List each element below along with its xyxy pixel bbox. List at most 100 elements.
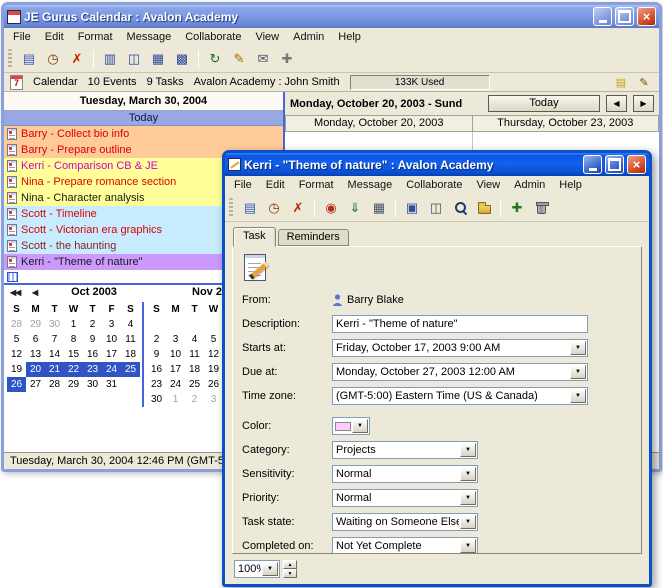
spinner-up-button[interactable]: ▲ [283, 560, 297, 569]
chevron-down-icon[interactable]: ▼ [460, 491, 476, 505]
calendar-day[interactable]: 12 [204, 347, 223, 362]
calendar-day[interactable]: 11 [185, 347, 204, 362]
sensitivity-select[interactable]: Normal ▼ [332, 465, 478, 483]
add-person-icon[interactable]: ✚ [505, 197, 529, 219]
calendar-day[interactable]: 23 [83, 362, 102, 377]
calendar-day[interactable]: 23 [147, 377, 166, 392]
due-at-select[interactable]: Monday, October 27, 2003 12:00 AM ▼ [332, 363, 588, 381]
calendar-day[interactable]: 25 [185, 377, 204, 392]
calendar-day[interactable]: 9 [147, 347, 166, 362]
menu-item-message[interactable]: Message [120, 29, 179, 45]
chevron-down-icon[interactable]: ▼ [460, 443, 476, 457]
menu-item-help[interactable]: Help [331, 29, 368, 45]
calendar-day[interactable]: 1 [64, 317, 83, 332]
priority-select[interactable]: Normal ▼ [332, 489, 478, 507]
menu-item-format[interactable]: Format [71, 29, 120, 45]
calendar-day[interactable]: 5 [7, 332, 26, 347]
calendar-day[interactable]: 31 [102, 377, 121, 392]
menu-item-view[interactable]: View [248, 29, 286, 45]
preview-icon[interactable]: ◫ [424, 197, 448, 219]
close-button[interactable]: × [627, 155, 646, 174]
calendar-fast-back-button[interactable]: ◀◀ [10, 288, 20, 297]
week-view-icon[interactable]: ▦ [146, 48, 170, 70]
maximize-button[interactable] [605, 155, 624, 174]
category-select[interactable]: Projects ▼ [332, 441, 478, 459]
save-icon[interactable]: ⇓ [343, 197, 367, 219]
new-event-icon[interactable]: ▤ [17, 48, 41, 70]
chevron-down-icon[interactable]: ▼ [570, 341, 586, 355]
month-view-icon[interactable]: ▩ [170, 48, 194, 70]
calendar-day[interactable] [204, 317, 223, 332]
close-button[interactable]: × [637, 7, 656, 26]
calendar-day[interactable]: 4 [185, 332, 204, 347]
menu-item-collaborate[interactable]: Collaborate [399, 177, 469, 193]
calendar-day[interactable]: 22 [64, 362, 83, 377]
calendar-day[interactable]: 6 [26, 332, 45, 347]
calendar-day[interactable]: 20 [26, 362, 45, 377]
main-titlebar[interactable]: JE Gurus Calendar : Avalon Academy × [4, 5, 659, 28]
calendar-day[interactable]: 17 [102, 347, 121, 362]
calendar-day[interactable]: 16 [147, 362, 166, 377]
chevron-down-icon[interactable]: ▼ [570, 389, 586, 403]
today-button[interactable]: Today [488, 95, 600, 112]
calendar-day[interactable]: 29 [26, 317, 45, 332]
calendar-day[interactable]: 26 [204, 377, 223, 392]
menu-item-view[interactable]: View [469, 177, 507, 193]
calendar-day[interactable]: 18 [121, 347, 140, 362]
calendar-day[interactable]: 3 [166, 332, 185, 347]
toolbar-grip[interactable] [229, 198, 233, 218]
calendar-day[interactable]: 4 [121, 317, 140, 332]
description-input[interactable] [332, 315, 588, 333]
menu-item-collaborate[interactable]: Collaborate [178, 29, 248, 45]
calendar-day[interactable]: 10 [102, 332, 121, 347]
starts-at-select[interactable]: Friday, October 17, 2003 9:00 AM ▼ [332, 339, 588, 357]
calendar-day[interactable]: 12 [7, 347, 26, 362]
calendar-day[interactable]: 24 [102, 362, 121, 377]
calendar-day[interactable]: 30 [83, 377, 102, 392]
calendar-day[interactable]: 2 [83, 317, 102, 332]
toolbar-grip[interactable] [8, 49, 12, 69]
zoom-select[interactable]: 100% ▼ [234, 560, 280, 578]
minimize-button[interactable] [583, 155, 602, 174]
print-icon[interactable]: ▦ [367, 197, 391, 219]
calendar-day[interactable]: 2 [147, 332, 166, 347]
copy-icon[interactable]: ▣ [400, 197, 424, 219]
menu-item-format[interactable]: Format [292, 177, 341, 193]
calendar-day[interactable] [166, 317, 185, 332]
chevron-down-icon[interactable]: ▼ [352, 419, 368, 433]
compose-icon[interactable]: ▤ [238, 197, 262, 219]
next-day-button[interactable]: ▶ [633, 95, 654, 112]
calendar-day[interactable]: 17 [166, 362, 185, 377]
menu-item-help[interactable]: Help [552, 177, 589, 193]
minimize-button[interactable] [593, 7, 612, 26]
reminder-clock-icon[interactable]: ◷ [262, 197, 286, 219]
menu-item-edit[interactable]: Edit [259, 177, 292, 193]
menu-item-file[interactable]: File [227, 177, 259, 193]
note-icon[interactable]: ▤ [612, 74, 630, 90]
calendar-day[interactable]: 7 [45, 332, 64, 347]
calendar-grid-icon[interactable] [7, 272, 18, 282]
calendar-day[interactable] [147, 317, 166, 332]
calendar-day[interactable]: 30 [147, 392, 166, 407]
calendar-day[interactable]: 28 [45, 377, 64, 392]
calendar-day[interactable]: 13 [26, 347, 45, 362]
prev-day-button[interactable]: ◀ [606, 95, 627, 112]
calendar-day[interactable]: 29 [64, 377, 83, 392]
calendar-day[interactable]: 19 [7, 362, 26, 377]
task-state-select[interactable]: Waiting on Someone Else ▼ [332, 513, 478, 531]
trash-icon[interactable] [529, 197, 553, 219]
pencil-icon[interactable]: ✎ [635, 74, 653, 90]
task-titlebar[interactable]: Kerri - "Theme of nature" : Avalon Acade… [225, 153, 649, 176]
seal-icon[interactable]: ◉ [319, 197, 343, 219]
calendar-day[interactable]: 11 [121, 332, 140, 347]
folder-icon[interactable] [472, 197, 496, 219]
chevron-down-icon[interactable]: ▼ [570, 365, 586, 379]
menu-item-admin[interactable]: Admin [507, 177, 552, 193]
calendar-day[interactable]: 14 [45, 347, 64, 362]
spinner-down-button[interactable]: ▼ [283, 569, 297, 578]
discard-icon[interactable]: ✗ [286, 197, 310, 219]
calendar-day[interactable]: 21 [45, 362, 64, 377]
maximize-button[interactable] [615, 7, 634, 26]
calendar-back-button[interactable]: ◀ [32, 288, 37, 297]
calendar-day[interactable]: 27 [26, 377, 45, 392]
